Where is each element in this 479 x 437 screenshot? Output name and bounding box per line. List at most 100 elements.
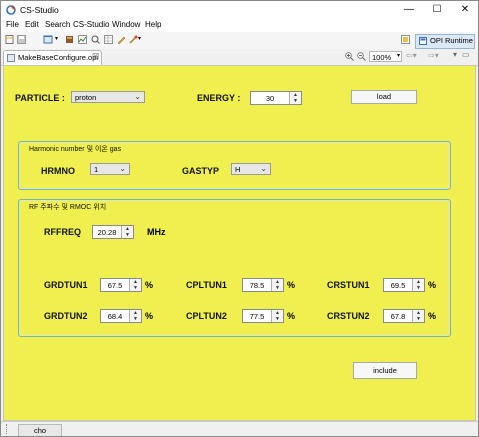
harmonic-gas-group-title: Harmonic number 및 이온 gas xyxy=(29,146,122,153)
minimize-button[interactable]: — xyxy=(395,1,423,19)
cpltun2-label: CPLTUN2 xyxy=(186,311,227,321)
opi-display-canvas: PARTICLE : proton ⌄ ENERGY : 30 ▲ ▼ load … xyxy=(3,65,476,421)
opi-runtime-perspective-button[interactable]: OPI Runtime xyxy=(415,34,475,49)
zoom-in-icon[interactable] xyxy=(345,52,354,61)
rf-rmoc-group: RF 주파수 및 RMOC 위치 RFFREQ 20.28 ▲ ▼ MHz GRD… xyxy=(18,199,451,337)
hrmno-label: HRMNO xyxy=(41,166,75,176)
grdtun1-spinner[interactable]: 67.5 ▲ ▼ xyxy=(100,278,142,292)
hrmno-value: 1 xyxy=(94,165,99,174)
tab-makebaseconfigure[interactable]: MakeBaseConfigure.opi ☒ xyxy=(3,50,102,65)
save-icon[interactable] xyxy=(17,35,26,44)
cpltun2-spin-arrows-icon[interactable]: ▲ ▼ xyxy=(271,310,283,322)
opi-file-icon xyxy=(7,54,15,62)
cpltun2-unit: % xyxy=(287,311,296,321)
menu-bar: File Edit Search CS-Studio Window Help xyxy=(1,19,478,32)
zoom-combo[interactable]: 100% ▾ xyxy=(369,51,402,62)
forward-arrow-icon[interactable]: ⇨▾ xyxy=(428,51,439,60)
particle-value: proton xyxy=(75,93,97,102)
menu-file[interactable]: File xyxy=(6,20,19,29)
status-user: cho xyxy=(18,424,62,436)
energy-spinner[interactable]: 30 ▲ ▼ xyxy=(250,91,302,105)
include-button[interactable]: include xyxy=(353,362,417,379)
rffreq-label: RFFREQ xyxy=(44,227,81,237)
grdtun2-spinner[interactable]: 68.4 ▲ ▼ xyxy=(100,309,142,323)
cpltun2-spinner[interactable]: 77.5 ▲ ▼ xyxy=(242,309,284,323)
crstun1-spin-arrows-icon[interactable]: ▲ ▼ xyxy=(412,279,424,291)
crstun1-value: 69.5 xyxy=(390,281,406,290)
rffreq-unit: MHz xyxy=(147,227,166,237)
grdtun1-label: GRDTUN1 xyxy=(44,280,88,290)
tab-close-icon[interactable]: ☒ xyxy=(92,52,99,61)
zoom-chevron-icon: ▾ xyxy=(396,53,400,59)
crstun1-spinner[interactable]: 69.5 ▲ ▼ xyxy=(383,278,425,292)
menu-help[interactable]: Help xyxy=(145,20,161,29)
crstun2-value: 67.8 xyxy=(390,312,406,321)
gastyp-chevron-down-icon: ⌄ xyxy=(260,164,267,173)
open-perspective-icon[interactable] xyxy=(401,35,410,44)
maximize-button[interactable]: ☐ xyxy=(423,1,451,19)
cpltun1-label: CPLTUN1 xyxy=(186,280,227,290)
gastyp-value: H xyxy=(235,165,241,174)
cs-studio-app-icon xyxy=(6,5,16,15)
cpltun1-spinner[interactable]: 78.5 ▲ ▼ xyxy=(242,278,284,292)
rffreq-value: 20.28 xyxy=(97,228,117,237)
grdtun1-value: 67.5 xyxy=(107,281,123,290)
grdtun2-value: 68.4 xyxy=(107,312,123,321)
particle-chevron-down-icon: ⌄ xyxy=(134,92,141,101)
crstun2-spin-arrows-icon[interactable]: ▲ ▼ xyxy=(412,310,424,322)
view-menu-icon[interactable]: ▾ xyxy=(453,50,457,59)
cpltun1-unit: % xyxy=(287,280,296,290)
crstun2-unit: % xyxy=(428,311,437,321)
data-browser-icon[interactable] xyxy=(78,35,87,44)
crstun1-unit: % xyxy=(428,280,437,290)
grdtun1-spin-arrows-icon[interactable]: ▲ ▼ xyxy=(129,279,141,291)
cpltun1-value: 78.5 xyxy=(249,281,265,290)
main-toolbar: ▾ ▾ xyxy=(1,32,478,50)
new-file-icon[interactable] xyxy=(5,35,14,44)
opi-editor-icon[interactable] xyxy=(117,35,126,44)
run-dropdown-chevron-icon[interactable]: ▾ xyxy=(138,35,141,42)
cpltun1-spin-arrows-icon[interactable]: ▲ ▼ xyxy=(271,279,283,291)
menu-search[interactable]: Search xyxy=(45,20,70,29)
menu-cs-studio[interactable]: CS-Studio xyxy=(73,20,109,29)
energy-spin-arrows-icon[interactable]: ▲ ▼ xyxy=(289,92,301,104)
menu-edit[interactable]: Edit xyxy=(25,20,39,29)
back-arrow-icon[interactable]: ⇦▾ xyxy=(406,51,417,60)
run-opi-icon[interactable] xyxy=(129,35,138,44)
grdtun2-label: GRDTUN2 xyxy=(44,311,88,321)
particle-select[interactable]: proton ⌄ xyxy=(71,91,145,103)
menu-window[interactable]: Window xyxy=(112,20,140,29)
hrmno-select[interactable]: 1 ⌄ xyxy=(90,163,130,175)
crstun2-spinner[interactable]: 67.8 ▲ ▼ xyxy=(383,309,425,323)
console-icon[interactable] xyxy=(43,35,53,44)
hrmno-chevron-down-icon: ⌄ xyxy=(119,164,126,173)
rffreq-spin-arrows-icon[interactable]: ▲ ▼ xyxy=(121,226,133,238)
cs-studio-window: CS-Studio — ☐ ✕ File Edit Search CS-Stud… xyxy=(0,0,479,437)
opi-runtime-label: OPI Runtime xyxy=(430,36,473,45)
gastyp-select[interactable]: H ⌄ xyxy=(231,163,271,175)
load-button[interactable]: load xyxy=(351,90,417,104)
crstun1-label: CRSTUN1 xyxy=(327,280,370,290)
opi-runtime-icon xyxy=(419,37,427,45)
grdtun1-unit: % xyxy=(145,280,154,290)
pv-table-icon[interactable] xyxy=(104,35,113,44)
tab-label: MakeBaseConfigure.opi xyxy=(18,53,99,62)
archive-icon[interactable] xyxy=(65,35,74,44)
energy-label: ENERGY : xyxy=(197,93,241,103)
probe-icon[interactable] xyxy=(91,35,100,44)
grdtun2-unit: % xyxy=(145,311,154,321)
editor-tab-bar: MakeBaseConfigure.opi ☒ 100% ▾ ⇦▾ ⇨▾ ▾ ▭ xyxy=(1,49,478,66)
zoom-out-icon[interactable] xyxy=(357,52,366,61)
rffreq-spinner[interactable]: 20.28 ▲ ▼ xyxy=(92,225,134,239)
close-button[interactable]: ✕ xyxy=(451,1,478,19)
rf-rmoc-group-title: RF 주파수 및 RMOC 위치 xyxy=(29,204,107,211)
title-bar: CS-Studio — ☐ ✕ xyxy=(1,1,478,19)
gastyp-label: GASTYP xyxy=(182,166,220,176)
cpltun2-value: 77.5 xyxy=(249,312,265,321)
crstun2-label: CRSTUN2 xyxy=(327,311,370,321)
particle-label: PARTICLE : xyxy=(15,93,65,103)
grdtun2-spin-arrows-icon[interactable]: ▲ ▼ xyxy=(129,310,141,322)
energy-value: 30 xyxy=(265,94,275,103)
minimize-view-icon[interactable]: ▭ xyxy=(462,50,470,59)
console-dropdown-chevron-icon[interactable]: ▾ xyxy=(55,35,58,42)
